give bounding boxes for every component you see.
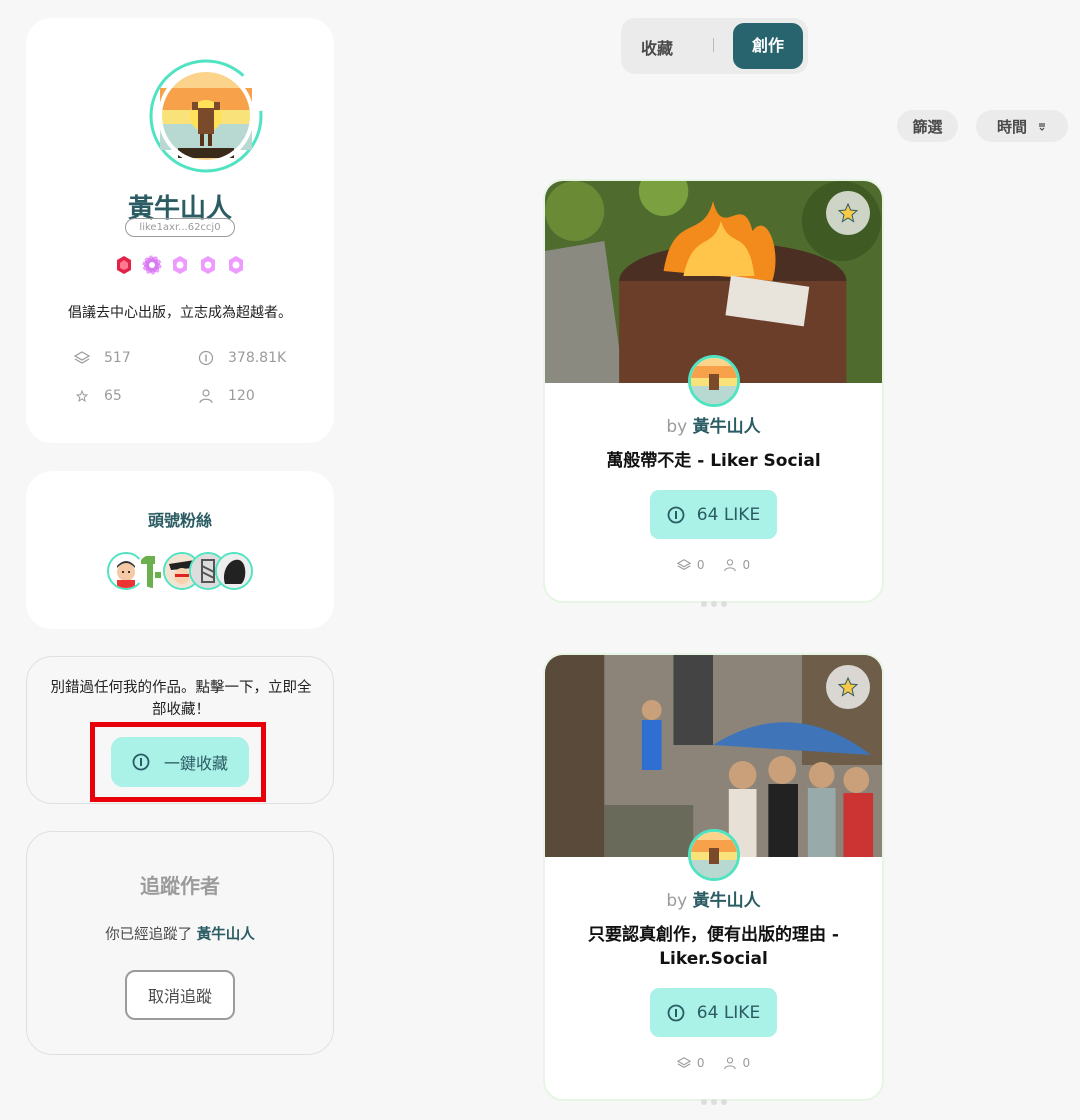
favorite-button[interactable]: [826, 191, 870, 235]
post-collectors: 0: [723, 1056, 751, 1070]
more-dots-icon[interactable]: [701, 601, 727, 607]
post-byline: by 黃牛山人: [545, 886, 882, 911]
hex-badge-icon: [173, 256, 187, 274]
stat-collected: 65: [74, 388, 122, 404]
follow-status-name[interactable]: 黃牛山人: [197, 927, 255, 943]
post-title[interactable]: 萬般帶不走 - Liker Social: [565, 449, 862, 473]
post-collects: 0: [676, 1056, 705, 1070]
top-fans-card: 頭號粉絲: [26, 471, 334, 629]
stat-followers-value: 120: [228, 388, 255, 404]
sort-button[interactable]: 時間: [976, 110, 1068, 142]
hex-badge-icon: [229, 256, 243, 274]
tab-collected[interactable]: 收藏: [641, 35, 673, 59]
stat-likes-value: 378.81K: [228, 350, 287, 366]
sort-label: 時間: [996, 117, 1027, 136]
post-collectors-value: 0: [742, 1056, 751, 1070]
unfollow-button[interactable]: 取消追蹤: [125, 970, 235, 1020]
like-coin-icon: [667, 1004, 685, 1021]
layers-icon: [676, 1057, 691, 1068]
post-collectors: 0: [723, 558, 751, 572]
post-author[interactable]: 黃牛山人: [693, 417, 761, 437]
follow-status: 你已經追蹤了 黃牛山人: [27, 923, 333, 944]
like-coin-icon: [667, 506, 685, 523]
like-button[interactable]: 64 LIKE: [650, 988, 777, 1037]
stat-followers: 120: [198, 388, 255, 404]
favorite-button[interactable]: [826, 665, 870, 709]
collect-all-text: 別錯過任何我的作品。點擊一下，立即全部收藏！: [50, 680, 312, 718]
profile-card: 黃牛山人 like1axr...62ccj0 倡議去中心出版，立志成為超越者。 …: [26, 18, 334, 443]
person-icon: [723, 559, 736, 572]
hex-badge-icon: [201, 256, 215, 274]
fan-avatar[interactable]: [215, 552, 253, 590]
person-icon: [723, 1057, 736, 1070]
post-title[interactable]: 只要認真創作，便有出版的理由 - Liker.Social: [565, 923, 862, 971]
post-card[interactable]: by 黃牛山人 只要認真創作，便有出版的理由 - Liker.Social 64…: [543, 653, 884, 1101]
post-by-prefix: by: [666, 417, 688, 437]
person-icon: [199, 389, 213, 404]
filter-button[interactable]: 篩選: [897, 110, 958, 142]
like-count: 64 LIKE: [696, 1002, 761, 1023]
author-avatar[interactable]: [688, 355, 740, 407]
tab-switcher: 收藏 創作: [621, 18, 808, 74]
like-button[interactable]: 64 LIKE: [650, 490, 777, 539]
follow-status-prefix: 你已經追蹤了: [105, 927, 193, 943]
profile-avatar[interactable]: [148, 58, 264, 174]
layers-icon: [74, 351, 90, 364]
layers-icon: [676, 559, 691, 570]
post-stats: 0 0: [545, 558, 882, 572]
follow-card: 追蹤作者 你已經追蹤了 黃牛山人 取消追蹤: [26, 831, 334, 1055]
filter-label: 篩選: [912, 117, 943, 136]
badge-row: [26, 255, 334, 275]
post-card[interactable]: by 黃牛山人 萬般帶不走 - Liker Social 64 LIKE 0 0: [543, 179, 884, 603]
star-icon: [837, 676, 859, 697]
top-fans-title: 頭號粉絲: [147, 511, 212, 530]
star-icon: [837, 202, 859, 223]
post-stats: 0 0: [545, 1056, 882, 1070]
highlight-box: [90, 722, 266, 802]
post-collectors-value: 0: [742, 558, 751, 572]
tab-divider: [713, 38, 714, 52]
follow-title: 追蹤作者: [140, 874, 220, 898]
tab-created[interactable]: 創作: [733, 23, 803, 69]
sort-icon: [1039, 123, 1045, 131]
wallet-address[interactable]: like1axr...62ccj0: [125, 218, 235, 237]
ruby-badge-icon: [117, 256, 131, 274]
star-icon: [75, 389, 89, 403]
civic-liker-avatar-icon: [149, 59, 263, 173]
like-coin-icon: [198, 350, 214, 366]
stat-works-value: 517: [104, 350, 131, 366]
like-count: 64 LIKE: [696, 504, 761, 525]
author-avatar[interactable]: [688, 829, 740, 881]
stat-collected-value: 65: [104, 388, 122, 404]
stat-works: 517: [74, 350, 131, 366]
more-dots-icon[interactable]: [701, 1099, 727, 1105]
post-collects-value: 0: [696, 1056, 705, 1070]
post-collects: 0: [676, 558, 705, 572]
stat-likes: 378.81K: [198, 350, 286, 366]
fan-avatar-list: [107, 552, 257, 590]
post-byline: by 黃牛山人: [545, 412, 882, 437]
post-collects-value: 0: [696, 558, 705, 572]
profile-bio: 倡議去中心出版，立志成為超越者。: [68, 305, 292, 321]
post-author[interactable]: 黃牛山人: [693, 891, 761, 911]
gear-badge-icon: [142, 255, 162, 275]
post-by-prefix: by: [666, 891, 688, 911]
